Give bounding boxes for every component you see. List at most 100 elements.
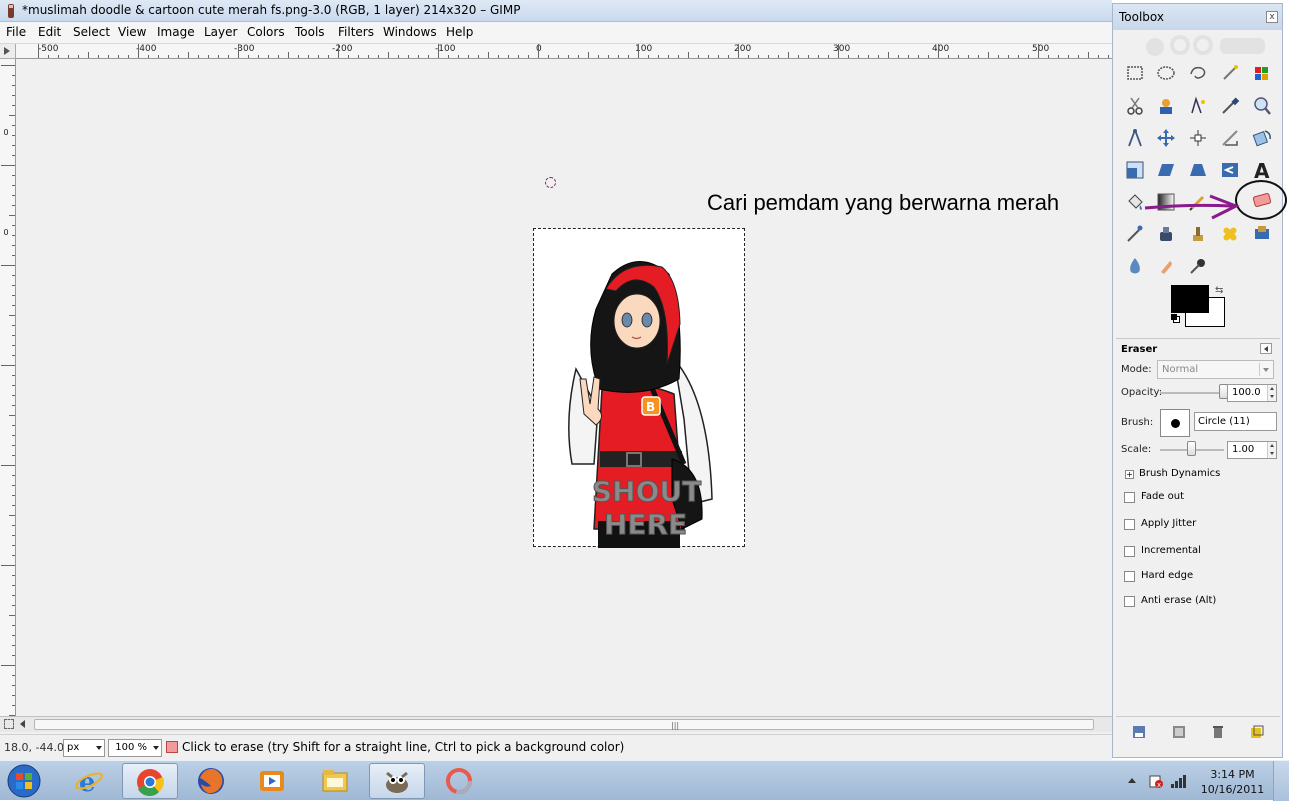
ruler-tick <box>12 305 15 306</box>
foreground-color-swatch[interactable] <box>1171 285 1209 313</box>
brush-dynamics-expander[interactable]: Brush Dynamics <box>1139 468 1220 479</box>
close-button[interactable]: x <box>1266 11 1278 23</box>
spin-arrows-icon[interactable] <box>1267 385 1276 401</box>
network-signal-icon[interactable] <box>1170 773 1188 789</box>
perspective-clone-tool-icon[interactable] <box>1251 223 1273 245</box>
ruler-tick <box>278 55 279 58</box>
toolbox-titlebar[interactable]: Toolbox x <box>1113 4 1282 30</box>
paths-tool-icon[interactable] <box>1187 95 1209 117</box>
spin-arrows-icon[interactable] <box>1267 442 1276 458</box>
taskbar-chrome-button[interactable] <box>122 763 178 799</box>
restore-options-icon[interactable] <box>1172 725 1186 739</box>
zoom-dropdown[interactable]: 100 % <box>108 739 162 757</box>
scroll-left-arrow-icon[interactable] <box>20 720 25 728</box>
rotate-tool-icon[interactable] <box>1251 127 1273 149</box>
save-options-icon[interactable] <box>1132 725 1146 739</box>
flip-tool-icon[interactable] <box>1219 159 1241 181</box>
shear-tool-icon[interactable] <box>1155 159 1177 181</box>
menu-filters[interactable]: Filters <box>338 25 374 39</box>
select-by-color-tool-icon[interactable] <box>1251 62 1273 84</box>
ink-tool-icon[interactable] <box>1155 223 1177 245</box>
horizontal-scrollbar[interactable]: ||| <box>0 716 1112 732</box>
menu-windows[interactable]: Windows <box>383 25 437 39</box>
brush-preview-button[interactable] <box>1160 409 1190 437</box>
text-tool-icon[interactable]: A <box>1251 159 1273 183</box>
ruler-tick <box>12 605 15 606</box>
menu-colors[interactable]: Colors <box>247 25 285 39</box>
crop-tool-icon[interactable] <box>1219 127 1241 149</box>
taskbar-ie-button[interactable]: e <box>62 763 118 799</box>
brush-name-field[interactable]: Circle (11) <box>1194 412 1277 431</box>
menu-tools[interactable]: Tools <box>295 25 325 39</box>
zoom-tool-icon[interactable] <box>1251 95 1273 117</box>
heal-tool-icon[interactable] <box>1219 223 1241 245</box>
horizontal-ruler[interactable]: -500 -400 -300 -200 -100 0 100 200 300 4… <box>16 44 1112 59</box>
taskbar-gimp-button[interactable] <box>369 763 425 799</box>
free-select-tool-icon[interactable] <box>1187 62 1209 84</box>
align-tool-icon[interactable] <box>1187 127 1209 149</box>
gimp-image-window: *muslimah doodle & cartoon cute merah fs… <box>0 0 1112 760</box>
clock-time[interactable]: 3:14 PM <box>1200 768 1265 781</box>
perspective-tool-icon[interactable] <box>1187 159 1209 181</box>
taskbar-explorer-button[interactable] <box>308 763 364 799</box>
incremental-checkbox[interactable] <box>1124 546 1135 557</box>
fg-bg-color-selector[interactable]: ⇆ <box>1171 285 1229 330</box>
hard-edge-checkbox[interactable] <box>1124 571 1135 582</box>
window-titlebar[interactable]: *muslimah doodle & cartoon cute merah fs… <box>0 0 1112 22</box>
unit-dropdown[interactable]: px <box>63 739 105 757</box>
image-canvas[interactable]: Cari pemdam yang berwarna merah B SHOUT … <box>16 59 1112 716</box>
measure-tool-icon[interactable] <box>1124 127 1146 149</box>
action-center-icon[interactable]: x <box>1148 773 1164 789</box>
reset-options-icon[interactable] <box>1250 725 1264 739</box>
navigate-icon[interactable] <box>4 719 14 729</box>
scale-tool-icon[interactable] <box>1124 159 1146 181</box>
menu-image[interactable]: Image <box>157 25 195 39</box>
opacity-spinbox[interactable]: 100.0 <box>1227 384 1277 402</box>
scale-spinbox[interactable]: 1.00 <box>1227 441 1277 459</box>
rect-select-tool-icon[interactable] <box>1124 62 1146 84</box>
taskbar-search-app-button[interactable] <box>432 763 488 799</box>
scissors-select-tool-icon[interactable] <box>1124 95 1146 117</box>
panel-menu-button[interactable] <box>1260 343 1272 354</box>
swap-colors-icon[interactable]: ⇆ <box>1215 285 1223 296</box>
vertical-ruler[interactable]: 0 0 <box>0 59 16 716</box>
menu-view[interactable]: View <box>118 25 146 39</box>
color-picker-tool-icon[interactable] <box>1219 95 1241 117</box>
fade-out-checkbox[interactable] <box>1124 492 1135 503</box>
apply-jitter-checkbox[interactable] <box>1124 519 1135 530</box>
scrollbar-thumb[interactable]: ||| <box>34 719 1094 730</box>
start-button-icon[interactable] <box>4 763 44 799</box>
opacity-slider-track[interactable] <box>1160 392 1224 394</box>
taskbar-media-player-button[interactable] <box>245 763 301 799</box>
move-tool-icon[interactable] <box>1155 127 1177 149</box>
show-hidden-icons-icon[interactable] <box>1128 778 1136 783</box>
ruler-tick <box>298 55 299 58</box>
smudge-tool-icon[interactable] <box>1155 255 1177 277</box>
ruler-tick <box>88 52 89 58</box>
tool-options-panel: Eraser Mode: Normal Opacity: 100.0 Brush… <box>1116 338 1280 713</box>
fuzzy-select-tool-icon[interactable] <box>1219 62 1241 84</box>
quick-mask-toggle[interactable] <box>0 44 16 59</box>
clock-date[interactable]: 10/16/2011 <box>1200 783 1265 796</box>
airbrush-tool-icon[interactable] <box>1124 223 1146 245</box>
menu-select[interactable]: Select <box>73 25 110 39</box>
taskbar-firefox-button[interactable] <box>184 763 240 799</box>
image-layer-boundary[interactable]: B SHOUT HERE <box>533 228 745 548</box>
mode-dropdown[interactable]: Normal <box>1157 360 1274 379</box>
anti-erase-checkbox[interactable] <box>1124 596 1135 607</box>
scale-slider-thumb[interactable] <box>1187 441 1196 456</box>
menu-edit[interactable]: Edit <box>38 25 61 39</box>
show-desktop-button[interactable] <box>1273 761 1289 801</box>
dodge-burn-tool-icon[interactable] <box>1187 255 1209 277</box>
menu-help[interactable]: Help <box>446 25 473 39</box>
menu-layer[interactable]: Layer <box>204 25 237 39</box>
foreground-select-tool-icon[interactable] <box>1155 95 1177 117</box>
delete-options-icon[interactable] <box>1211 725 1225 739</box>
ruler-tick <box>168 55 169 58</box>
ellipse-select-tool-icon[interactable] <box>1155 62 1177 84</box>
ruler-tick <box>948 55 949 58</box>
blur-tool-icon[interactable] <box>1124 255 1146 277</box>
clone-tool-icon[interactable] <box>1187 223 1209 245</box>
menu-file[interactable]: File <box>6 25 26 39</box>
expand-icon[interactable]: + <box>1125 470 1134 479</box>
